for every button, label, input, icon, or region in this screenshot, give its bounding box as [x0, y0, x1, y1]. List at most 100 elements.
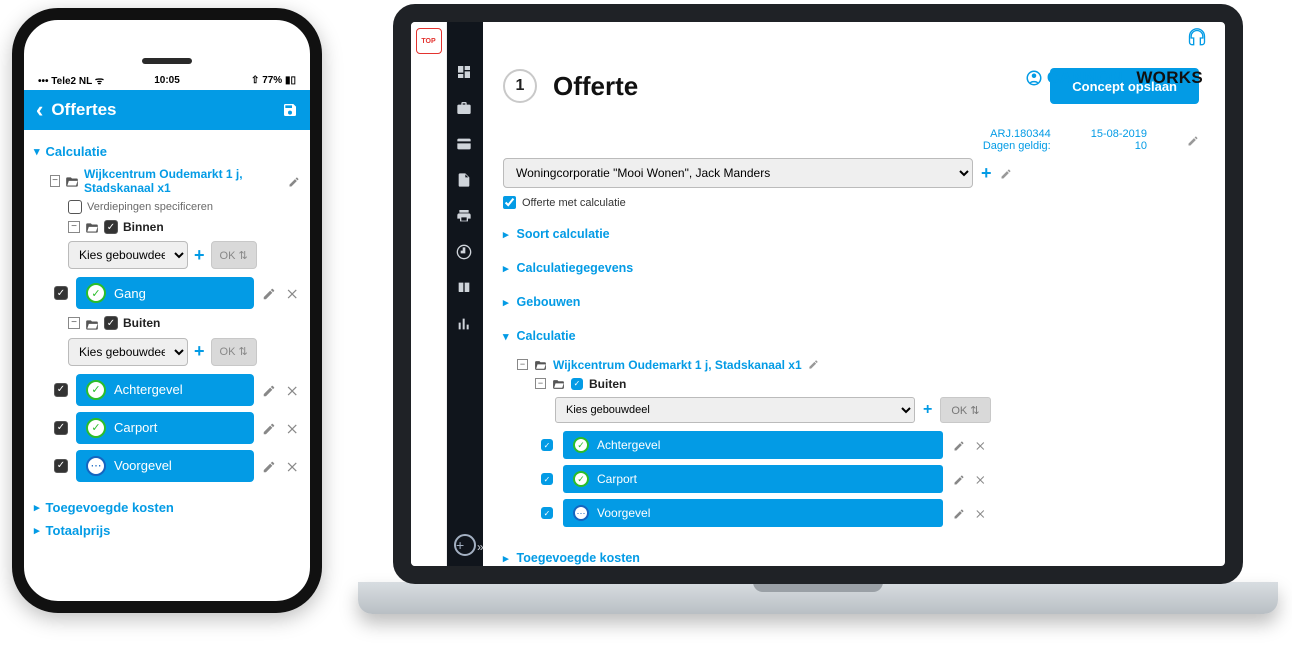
meta-row: ARJ.180344 Dagen geldig: 15-08-2019 10 — [503, 128, 1199, 152]
plus-icon[interactable]: + — [981, 163, 992, 184]
add-button[interactable]: + — [454, 534, 476, 556]
mobile-tree: − Wijkcentrum Oudemarkt 1 j, Stadskanaal… — [34, 167, 300, 482]
pencil-icon[interactable] — [808, 359, 819, 371]
item-pill[interactable]: ✓Carport — [563, 465, 943, 493]
checkbox-checked[interactable]: ✓ — [541, 473, 553, 485]
item-pill[interactable]: ✓Gang — [76, 277, 254, 309]
close-icon[interactable] — [286, 457, 300, 473]
checkbox-input[interactable] — [503, 196, 516, 209]
tree-project-row[interactable]: − Wijkcentrum Oudemarkt 1 j, Stadskanaal… — [517, 357, 1199, 372]
plus-icon[interactable]: + — [194, 245, 205, 266]
checkbox-checked[interactable]: ✓ — [54, 383, 68, 397]
header-title: Offertes — [51, 100, 116, 120]
sidebar-nav: + » — [447, 22, 483, 566]
save-icon[interactable] — [282, 101, 298, 119]
pencil-icon[interactable] — [262, 419, 276, 435]
company-logo[interactable]: TOP — [416, 28, 442, 54]
collapse-icon[interactable]: − — [535, 378, 546, 389]
close-icon[interactable] — [286, 381, 300, 397]
collapse-icon[interactable]: − — [50, 175, 60, 187]
checkbox-checked[interactable]: ✓ — [54, 421, 68, 435]
nav-print-icon[interactable] — [456, 208, 474, 224]
checkbox[interactable] — [68, 200, 82, 214]
checkbox-checked[interactable]: ✓ — [541, 507, 553, 519]
nav-docs-icon[interactable] — [456, 172, 474, 188]
nav-time-icon[interactable] — [456, 244, 474, 260]
nav-book-icon[interactable] — [456, 280, 474, 296]
pencil-icon[interactable] — [262, 285, 276, 301]
brand-icon — [1025, 69, 1043, 87]
plus-icon[interactable]: + — [194, 341, 205, 362]
checkbox-checked[interactable]: ✓ — [54, 286, 68, 300]
item-pill[interactable]: ✓Carport — [76, 412, 254, 444]
gebouwdeel-select[interactable]: Kies gebouwdeel — [68, 338, 188, 366]
gebouwdeel-select[interactable]: Kies gebouwdeel — [68, 241, 188, 269]
nav-cards-icon[interactable] — [456, 136, 474, 152]
chevron-right-icon: ▸ — [34, 501, 40, 514]
acc-gebouwen[interactable]: ▸Gebouwen — [503, 289, 1199, 315]
plus-icon[interactable]: + — [923, 401, 932, 419]
list-item: ✓ ✓Gang — [54, 277, 300, 309]
gebouwdeel-select[interactable]: Kies gebouwdeel — [555, 397, 915, 423]
project-link[interactable]: Wijkcentrum Oudemarkt 1 j, Stadskanaal x… — [553, 358, 802, 372]
nav-projects-icon[interactable] — [456, 100, 474, 116]
tree-binnen-row[interactable]: − ✓ Binnen — [68, 219, 300, 235]
pencil-icon[interactable] — [953, 506, 965, 520]
pencil-icon[interactable] — [262, 381, 276, 397]
offerte-calc-checkbox[interactable]: Offerte met calculatie — [503, 196, 1199, 209]
support-icon[interactable] — [1187, 28, 1207, 48]
nav-stats-icon[interactable] — [456, 316, 474, 332]
acc-calculatie[interactable]: ▾Calculatie — [503, 323, 1199, 349]
checkbox-checked[interactable]: ✓ — [104, 220, 118, 234]
dagen-label: Dagen geldig: — [983, 140, 1051, 152]
pencil-icon[interactable] — [288, 174, 300, 188]
pencil-icon[interactable] — [1187, 133, 1199, 147]
checkbox-checked[interactable]: ✓ — [104, 316, 118, 330]
close-icon[interactable] — [975, 438, 987, 452]
tree-buiten-row[interactable]: − ✓ Buiten — [535, 376, 1199, 391]
close-icon[interactable] — [286, 285, 300, 301]
item-pill[interactable]: ✓Achtergevel — [563, 431, 943, 459]
item-pill[interactable]: ✓Achtergevel — [76, 374, 254, 406]
folder-open-icon — [534, 357, 547, 372]
close-icon[interactable] — [286, 419, 300, 435]
list-item: ✓ ⋯Voorgevel — [541, 499, 1199, 527]
close-icon[interactable] — [975, 472, 987, 486]
app-main: CANNON WORKS 1 Offerte Concept opslaan A… — [483, 22, 1225, 566]
buiten-select-row: Kies gebouwdeel + OK ⇅ — [68, 338, 300, 366]
checkbox-checked[interactable]: ✓ — [54, 459, 68, 473]
pencil-icon[interactable] — [1000, 166, 1012, 180]
dots-circle-icon: ⋯ — [86, 456, 106, 476]
verdiepingen-row[interactable]: Verdiepingen specificeren — [68, 200, 300, 214]
collapse-icon[interactable]: − — [68, 221, 80, 233]
ok-button[interactable]: OK ⇅ — [211, 241, 257, 269]
pencil-icon[interactable] — [953, 472, 965, 486]
chevron-right-icon: ▸ — [503, 228, 509, 241]
ok-button[interactable]: OK ⇅ — [940, 397, 990, 423]
phone-notch — [24, 20, 310, 70]
collapse-icon[interactable]: − — [517, 359, 528, 370]
section-totaalprijs[interactable]: ▸ Totaalprijs — [34, 523, 300, 538]
item-pill[interactable]: ⋯Voorgevel — [563, 499, 943, 527]
checkbox-checked[interactable]: ✓ — [541, 439, 553, 451]
acc-toegevoegde[interactable]: ▸Toegevoegde kosten — [503, 545, 1199, 566]
dagen-value: 10 — [1091, 140, 1147, 152]
laptop-tree: − Wijkcentrum Oudemarkt 1 j, Stadskanaal… — [503, 349, 1199, 537]
checkbox-checked[interactable]: ✓ — [571, 378, 583, 390]
acc-gegevens[interactable]: ▸Calculatiegegevens — [503, 255, 1199, 281]
pencil-icon[interactable] — [262, 457, 276, 473]
pencil-icon[interactable] — [953, 438, 965, 452]
tree-buiten-row[interactable]: − ✓ Buiten — [68, 315, 300, 331]
ok-button[interactable]: OK ⇅ — [211, 338, 257, 366]
back-icon[interactable]: ‹ — [36, 97, 43, 123]
client-select[interactable]: Woningcorporatie "Mooi Wonen", Jack Mand… — [503, 158, 973, 188]
acc-soort[interactable]: ▸Soort calculatie — [503, 221, 1199, 247]
section-toegevoegde[interactable]: ▸ Toegevoegde kosten — [34, 500, 300, 515]
project-link[interactable]: Wijkcentrum Oudemarkt 1 j, Stadskanaal x… — [84, 167, 283, 195]
item-pill[interactable]: ⋯Voorgevel — [76, 450, 254, 482]
nav-dashboard-icon[interactable] — [456, 64, 474, 80]
collapse-icon[interactable]: − — [68, 317, 80, 329]
close-icon[interactable] — [975, 506, 987, 520]
tree-project-row[interactable]: − Wijkcentrum Oudemarkt 1 j, Stadskanaal… — [50, 167, 300, 195]
section-calculatie[interactable]: ▾ Calculatie — [34, 144, 300, 159]
